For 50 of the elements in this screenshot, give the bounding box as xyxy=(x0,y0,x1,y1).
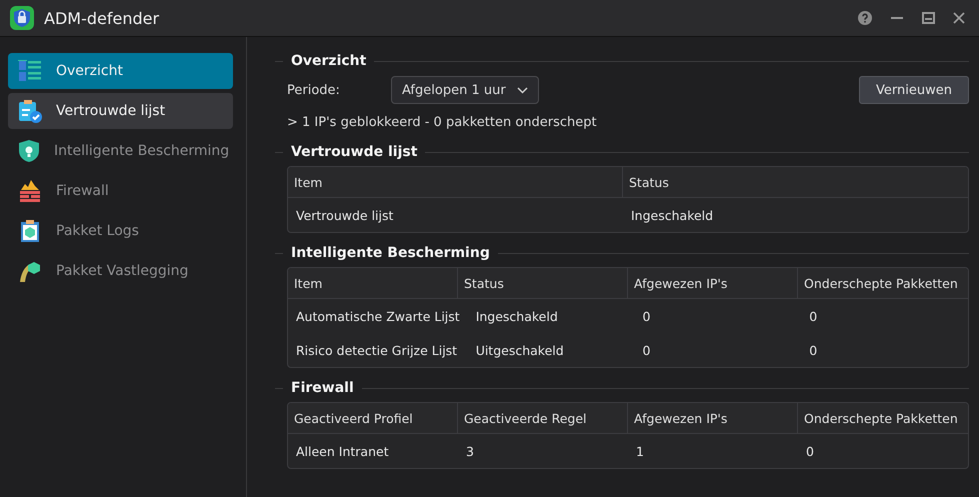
help-icon[interactable] xyxy=(858,11,872,25)
shield-bulb-icon xyxy=(18,139,40,163)
hand-cube-icon xyxy=(18,259,42,283)
table-cell-text: 0 xyxy=(641,308,652,326)
table-cell-text: Risico detectie Grijze Lijst xyxy=(295,342,458,360)
brick-wall-fire-icon xyxy=(19,179,41,203)
column-header: Item xyxy=(288,268,458,298)
table-cell-text: 1 xyxy=(635,442,645,460)
window-title: ADM-defender xyxy=(44,8,160,28)
close-icon[interactable] xyxy=(953,12,965,24)
column-header: Geactiveerd Profiel xyxy=(288,403,458,433)
section-title: Overzicht xyxy=(291,53,366,69)
column-header: Afgewezen IP's xyxy=(628,268,798,298)
column-header: Onderschepte Pakketten xyxy=(803,274,959,293)
sidebar-item[interactable]: Overzicht xyxy=(8,53,233,89)
sidebar-item[interactable]: Pakket Logs xyxy=(8,213,233,249)
summary-text: > 1 IP's geblokkeerd - 0 pakketten onderschept xyxy=(287,115,598,130)
refresh-button[interactable]: Vernieuwen xyxy=(859,76,969,104)
table-cell-text: Ingeschakeld xyxy=(630,206,714,225)
section-title: Intelligente Bescherming xyxy=(291,245,490,261)
sidebar-item[interactable]: Intelligente Bescherming xyxy=(8,133,233,169)
sidebar-item[interactable]: Pakket Vastlegging xyxy=(8,253,233,289)
column-header: Geactiveerde Regel xyxy=(458,403,628,433)
chevron-down-icon xyxy=(517,86,528,94)
table-cell-text: Alleen Intranet xyxy=(295,442,390,460)
column-header: Status xyxy=(628,174,670,192)
period-dropdown[interactable]: Afgelopen 1 uur xyxy=(391,76,539,104)
column-header: Item xyxy=(288,167,623,197)
clipboard-cube-icon xyxy=(20,219,40,243)
sidebar-item[interactable]: Vertrouwde lijst xyxy=(8,93,233,129)
period-label: Periode: xyxy=(287,82,341,98)
table-cell-text: 0 xyxy=(805,442,815,460)
table-cell-text: 0 xyxy=(808,308,818,326)
table-cell-text: 0 xyxy=(641,342,652,360)
maximize-icon[interactable] xyxy=(922,12,935,24)
table-cell-text: Uitgeschakeld xyxy=(474,342,565,360)
column-header: Onderschepte Pakketten xyxy=(803,410,959,428)
app-logo-icon xyxy=(10,6,34,30)
table-cell-text: Vertrouwde lijst xyxy=(295,206,394,225)
list-icon xyxy=(18,60,42,82)
clipboard-check-icon xyxy=(18,99,42,123)
table-cell-text: Automatische Zwarte Lijst xyxy=(295,308,461,326)
table-cell-text: 0 xyxy=(808,342,818,360)
column-header: Afgewezen IP's xyxy=(628,403,798,433)
column-header: Status xyxy=(458,268,628,298)
section-title: Firewall xyxy=(291,380,354,396)
sidebar-item[interactable]: Firewall xyxy=(8,173,233,209)
table-cell-text: Ingeschakeld xyxy=(474,308,559,326)
table-cell-text: 3 xyxy=(465,442,475,460)
section-title: Vertrouwde lijst xyxy=(291,144,418,160)
